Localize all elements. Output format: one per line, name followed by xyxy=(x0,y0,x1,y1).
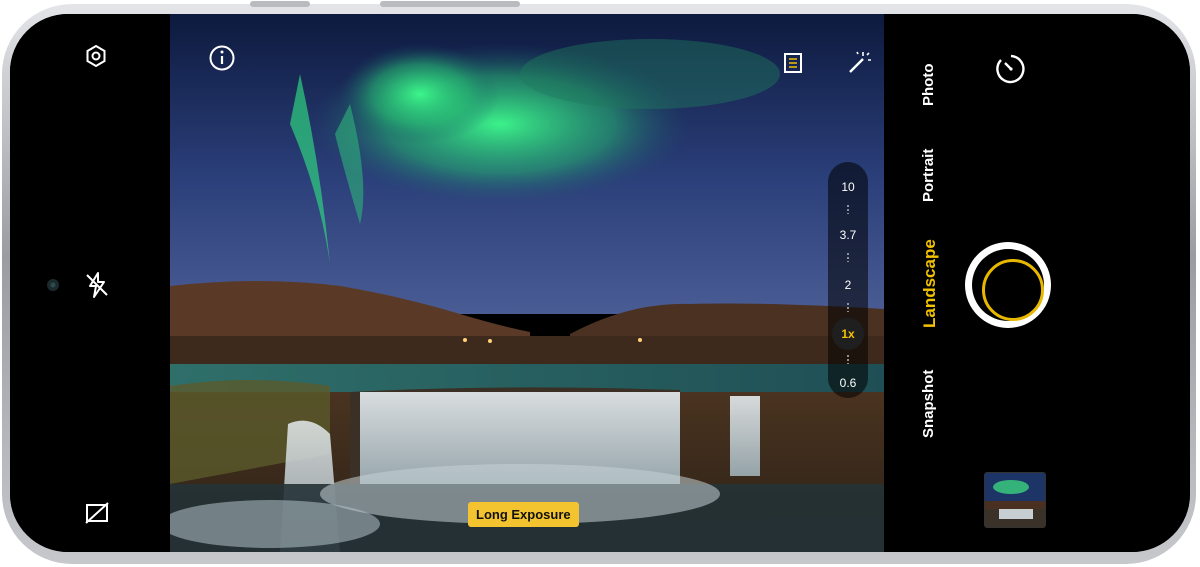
mode-landscape[interactable]: Landscape xyxy=(920,239,940,328)
settings-icon[interactable] xyxy=(84,44,108,68)
viewfinder[interactable]: 10 3.7 2 1x 0.6 Long Exposure xyxy=(170,14,884,552)
power-button xyxy=(380,1,520,7)
timer-icon[interactable] xyxy=(994,52,1028,86)
zoom-selector[interactable]: 10 3.7 2 1x 0.6 xyxy=(828,162,868,398)
magic-wand-icon[interactable] xyxy=(846,50,872,76)
zoom-divider xyxy=(846,252,850,262)
zoom-divider xyxy=(846,302,850,312)
mode-snapshot[interactable]: Snapshot xyxy=(920,370,937,438)
mode-portrait[interactable]: Portrait xyxy=(920,149,937,202)
shutter-ring xyxy=(982,259,1044,321)
long-exposure-badge[interactable]: Long Exposure xyxy=(468,502,579,527)
gallery-thumbnail-image xyxy=(985,473,1045,527)
zoom-divider xyxy=(846,204,850,214)
zoom-level-3-7[interactable]: 3.7 xyxy=(828,228,868,242)
zoom-level-0-6[interactable]: 0.6 xyxy=(828,376,868,390)
left-control-panel xyxy=(10,14,170,552)
lens-dot-icon xyxy=(47,279,59,291)
mode-photo[interactable]: Photo xyxy=(920,64,937,107)
landscape-preview-image xyxy=(170,14,884,552)
zoom-level-10[interactable]: 10 xyxy=(828,180,868,194)
info-icon[interactable] xyxy=(208,44,236,72)
ratio-off-icon[interactable] xyxy=(84,501,110,525)
flash-off-icon[interactable] xyxy=(84,271,110,299)
zoom-level-2[interactable]: 2 xyxy=(828,278,868,292)
shutter-button[interactable] xyxy=(965,242,1051,328)
zoom-level-1x[interactable]: 1x xyxy=(832,318,864,350)
volume-button xyxy=(250,1,310,7)
shutter-inner xyxy=(972,249,1044,321)
camera-screen: 10 3.7 2 1x 0.6 Long Exposure Photo Port… xyxy=(10,14,1190,552)
gallery-thumbnail[interactable] xyxy=(984,472,1046,528)
document-icon[interactable] xyxy=(782,52,804,74)
zoom-divider xyxy=(846,354,850,364)
